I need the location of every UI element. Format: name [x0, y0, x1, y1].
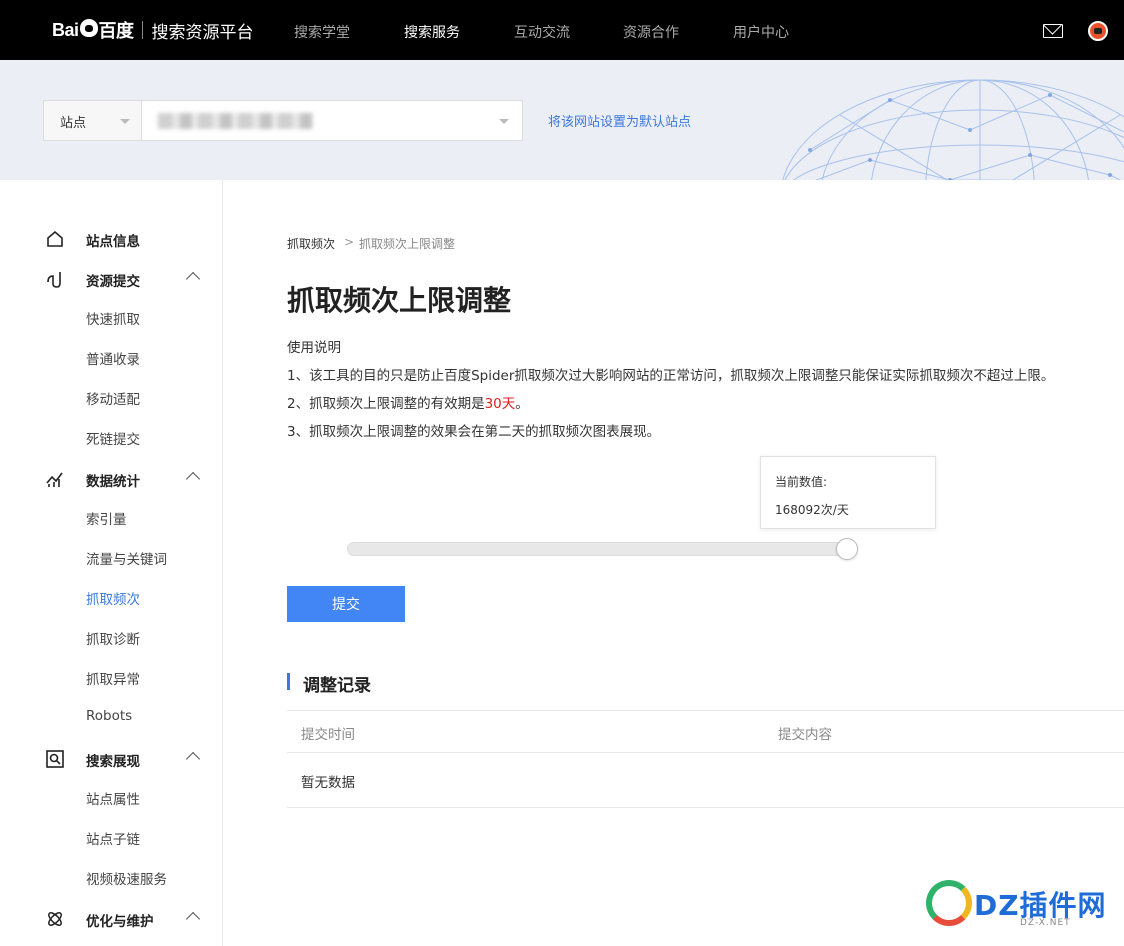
table-top-border — [287, 710, 1124, 711]
sidebar-section-label: 站点信息 — [86, 234, 140, 250]
sidebar-item-normal-index[interactable]: 普通收录 — [86, 348, 140, 368]
column-header-submit-time: 提交时间 — [301, 727, 355, 743]
sidebar-section-label: 优化与维护 — [86, 914, 154, 930]
validity-period: 30天 — [484, 396, 516, 412]
globe-decoration — [782, 79, 1124, 180]
logo-brand: Bai — [52, 19, 79, 40]
sidebar-item-index-volume[interactable]: 索引量 — [86, 508, 127, 528]
mail-icon[interactable] — [1043, 24, 1063, 38]
logo-divider — [141, 21, 143, 39]
paw-icon — [79, 19, 98, 37]
set-default-site-link[interactable]: 将该网站设置为默认站点 — [548, 111, 691, 130]
table-empty-text: 暂无数据 — [301, 775, 355, 791]
usage-heading: 使用说明 — [287, 340, 341, 356]
slider-value-tooltip: 当前数值: 168092次/天 — [760, 456, 936, 529]
breadcrumb-current: 抓取频次上限调整 — [359, 237, 456, 251]
search-display-icon — [46, 750, 64, 768]
avatar[interactable] — [1088, 21, 1108, 41]
sidebar-item-robots[interactable]: Robots — [86, 708, 132, 724]
usage-item-3: 3、抓取频次上限调整的效果会在第二天的抓取频次图表展现。 — [287, 424, 661, 440]
sidebar: 站点信息 资源提交 快速抓取 普通收录 移动适配 死链提交 数据统计 索引量 流… — [0, 180, 223, 946]
optimize-icon — [48, 912, 62, 926]
breadcrumb-parent[interactable]: 抓取频次 — [287, 235, 335, 252]
submit-icon — [47, 272, 61, 288]
home-icon — [47, 230, 63, 247]
sidebar-section-search-display[interactable]: 搜索展现 — [0, 744, 222, 774]
site-url-blurred — [158, 113, 313, 129]
stats-icon — [46, 472, 63, 487]
chevron-up-icon[interactable] — [185, 751, 201, 767]
column-header-submit-content: 提交内容 — [778, 727, 832, 743]
sidebar-item-site-sublinks[interactable]: 站点子链 — [86, 828, 140, 848]
crawl-limit-slider-track[interactable] — [347, 542, 857, 556]
sidebar-item-fast-crawl[interactable]: 快速抓取 — [86, 308, 140, 328]
page-title: 抓取频次上限调整 — [287, 284, 512, 317]
sidebar-item-mobile-adapt[interactable]: 移动适配 — [86, 388, 140, 408]
watermark-logo-icon — [926, 880, 972, 926]
nav-community[interactable]: 互动交流 — [514, 0, 570, 60]
sidebar-section-label: 资源提交 — [86, 274, 140, 290]
watermark-subtext: DZ-X.NET — [1020, 918, 1071, 928]
sidebar-item-crawl-diagnosis[interactable]: 抓取诊断 — [86, 628, 140, 648]
sidebar-section-label: 搜索展现 — [86, 754, 140, 770]
logo-du: 百度 — [98, 21, 135, 41]
nav-user-center[interactable]: 用户中心 — [733, 0, 789, 60]
breadcrumb-separator: > — [344, 235, 355, 249]
slider-fill — [348, 543, 856, 555]
usage-item-2-prefix: 2、抓取频次上限调整的有效期是 — [287, 396, 485, 412]
usage-item-1: 1、该工具的目的只是防止百度Spider抓取频次过大影响网站的正常访问，抓取频次… — [287, 368, 1055, 384]
nav-search-service[interactable]: 搜索服务 — [404, 0, 460, 60]
sidebar-item-crawl-frequency[interactable]: 抓取频次 — [86, 588, 140, 608]
platform-name: 搜索资源平台 — [151, 22, 254, 43]
chevron-up-icon[interactable] — [185, 911, 201, 927]
records-title: 调整记录 — [303, 676, 371, 696]
section-accent-bar — [287, 673, 290, 690]
tooltip-label: 当前数值: — [775, 475, 828, 489]
usage-item-2: 2、抓取频次上限调整的有效期是30天。 — [287, 392, 529, 412]
sidebar-item-site-attributes[interactable]: 站点属性 — [86, 788, 140, 808]
sidebar-section-optimize[interactable]: 优化与维护 — [0, 904, 222, 934]
nav-cooperation[interactable]: 资源合作 — [623, 0, 679, 60]
site-selector[interactable]: 站点 — [43, 100, 523, 141]
site-type-dropdown[interactable]: 站点 — [44, 101, 142, 140]
sidebar-item-video-fast[interactable]: 视频极速服务 — [86, 868, 167, 888]
top-navbar: Bai 百度 搜索资源平台 搜索学堂 搜索服务 互动交流 资源合作 用户中心 — [0, 0, 1124, 60]
submit-button[interactable]: 提交 — [287, 586, 405, 622]
sidebar-item-dead-link[interactable]: 死链提交 — [86, 428, 140, 448]
chevron-up-icon[interactable] — [185, 471, 201, 487]
site-type-label: 站点 — [60, 116, 87, 131]
site-banner: 站点 将该网站设置为默认站点 — [0, 60, 1124, 180]
nav-learning[interactable]: 搜索学堂 — [294, 0, 350, 60]
sidebar-item-crawl-errors[interactable]: 抓取异常 — [86, 668, 140, 688]
sidebar-section-label: 数据统计 — [86, 474, 140, 490]
table-header-border — [287, 752, 1124, 753]
chevron-down-icon[interactable] — [499, 119, 509, 124]
sidebar-section-site-info[interactable]: 站点信息 — [0, 224, 222, 254]
table-bottom-border — [287, 807, 1124, 808]
sidebar-section-resource-submit[interactable]: 资源提交 — [0, 264, 222, 294]
chevron-up-icon[interactable] — [185, 271, 201, 287]
sidebar-section-statistics[interactable]: 数据统计 — [0, 464, 222, 494]
slider-handle[interactable] — [836, 538, 858, 560]
sidebar-item-traffic-keywords[interactable]: 流量与关键词 — [86, 548, 167, 568]
chevron-down-icon — [120, 119, 130, 124]
usage-item-2-suffix: 。 — [515, 396, 529, 412]
watermark: DZ插件网 DZ-X.NET — [922, 878, 1122, 938]
tooltip-value: 168092次/天 — [775, 503, 849, 517]
baidu-logo[interactable]: Bai 百度 搜索资源平台 — [52, 14, 254, 46]
